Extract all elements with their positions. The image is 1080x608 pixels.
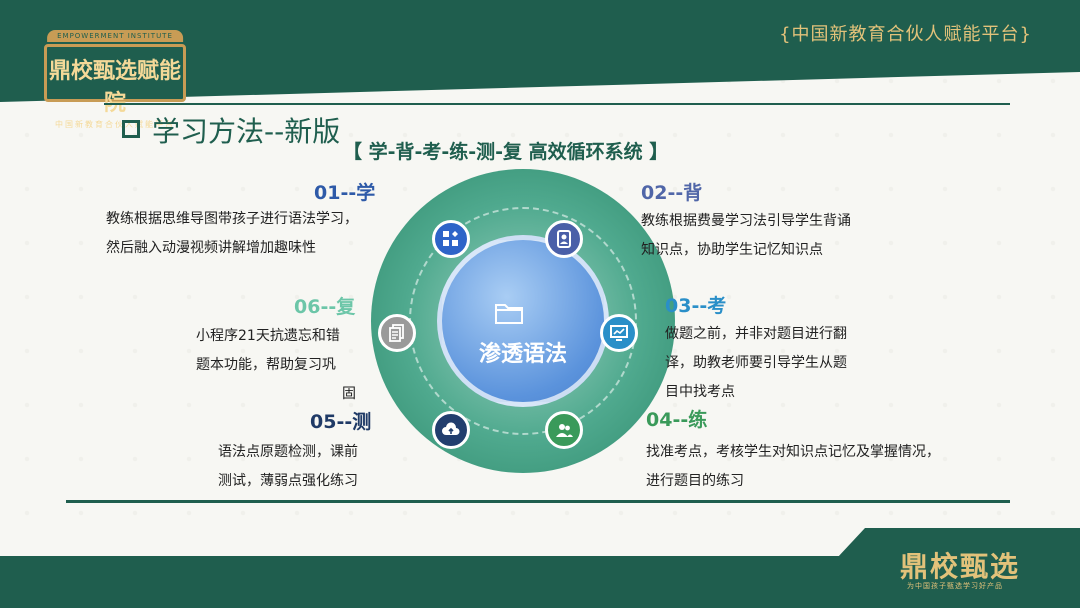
cycle-center-circle <box>437 235 609 407</box>
step3-line: 目中找考点 <box>665 384 735 400</box>
step5-line: 测试，薄弱点强化练习 <box>218 473 358 489</box>
footer-brand-tagline: 为中国孩子甄选学习好产品 <box>907 582 1003 590</box>
step6-line: 小程序21天抗遗忘和错 <box>196 328 340 344</box>
step5-heading: 05--测 <box>310 411 372 433</box>
step1-line: 教练根据思维导图带孩子进行语法学习， <box>106 211 358 227</box>
step6-documents-icon <box>378 314 416 352</box>
folder-icon <box>495 304 523 324</box>
page-title: 学习方法--新版 <box>152 115 341 148</box>
step1-body: 教练根据思维导图带孩子进行语法学习， 然后融入动漫视频讲解增加趣味性 <box>106 205 358 263</box>
step6-line: 固 <box>342 386 356 402</box>
logo-top-text: EMPOWERMENT INSTITUTE <box>47 30 183 42</box>
institute-logo: EMPOWERMENT INSTITUTE 鼎校甄选赋能院 中国新教育合伙人赋能… <box>44 30 186 129</box>
step3-body: 做题之前，并非对题目进行翻 译，助教老师要引导学生从题 目中找考点 <box>665 320 847 407</box>
bottom-divider <box>66 500 1010 503</box>
step2-contact-book-icon <box>545 220 583 258</box>
step2-body: 教练根据费曼学习法引导学生背诵 知识点，协助学生记忆知识点 <box>641 207 851 265</box>
center-label: 渗透语法 <box>478 342 567 367</box>
step3-heading: 03--考 <box>665 295 727 317</box>
step4-users-icon <box>545 411 583 449</box>
step4-line: 进行题目的练习 <box>646 473 744 489</box>
step3-line: 做题之前，并非对题目进行翻 <box>665 326 847 342</box>
page-subtitle: 【 学-背-考-练-测-复 高效循环系统 】 <box>343 141 669 163</box>
title-square-icon <box>122 120 140 138</box>
step2-line: 教练根据费曼学习法引导学生背诵 <box>641 213 851 229</box>
step4-body: 找准考点，考核学生对知识点记忆及掌握情况， 进行题目的练习 <box>646 438 940 496</box>
step4-heading: 04--练 <box>646 409 708 431</box>
step1-heading: 01--学 <box>314 182 376 204</box>
title-divider <box>104 103 1010 105</box>
header-slogan: {中国新教育合伙人赋能平台} <box>779 24 1032 45</box>
step1-apps-icon <box>432 220 470 258</box>
step4-line: 找准考点，考核学生对知识点记忆及掌握情况， <box>646 444 940 460</box>
logo-main-text: 鼎校甄选赋能院 <box>48 59 181 116</box>
step3-monitor-chart-icon <box>600 314 638 352</box>
footer-brand-logo: 鼎校甄选 <box>900 550 1021 583</box>
step5-body: 语法点原题检测，课前 测试，薄弱点强化练习 <box>218 438 358 496</box>
step2-heading: 02--背 <box>641 182 703 204</box>
step6-heading: 06--复 <box>294 296 356 318</box>
step6-body: 小程序21天抗遗忘和错 题本功能，帮助复习巩 固 <box>196 322 376 409</box>
step6-line: 题本功能，帮助复习巩 <box>196 357 336 373</box>
step3-line: 译，助教老师要引导学生从题 <box>665 355 847 371</box>
step5-cloud-upload-icon <box>432 411 470 449</box>
step1-line: 然后融入动漫视频讲解增加趣味性 <box>106 240 316 256</box>
step5-line: 语法点原题检测，课前 <box>218 444 358 460</box>
step2-line: 知识点，协助学生记忆知识点 <box>641 242 823 258</box>
